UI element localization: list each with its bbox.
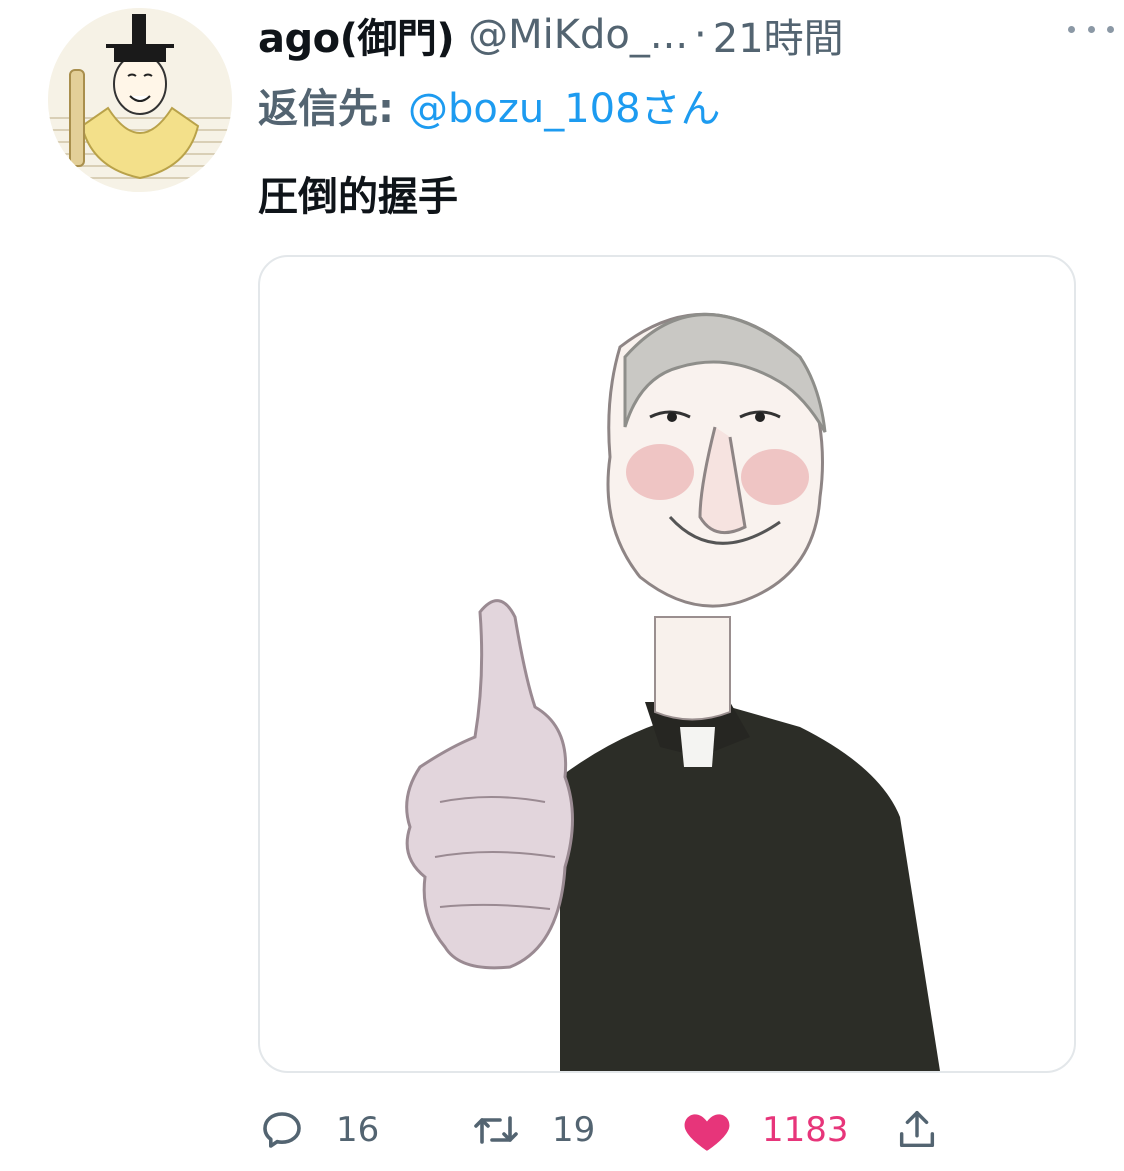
retweet-button[interactable]: 19	[470, 1104, 595, 1156]
tweet-text: 圧倒的握手	[258, 174, 458, 220]
share-icon	[899, 1111, 935, 1148]
more-options-icon[interactable]	[1068, 16, 1114, 42]
tweet-header: ago(御門) @MiKdo_... · 21時間	[258, 6, 1098, 64]
retweet-count: 19	[552, 1110, 596, 1150]
tweet-media-image[interactable]	[258, 255, 1076, 1073]
separator-dot: ·	[694, 12, 707, 58]
user-handle[interactable]: @MiKdo_...	[468, 12, 688, 58]
like-button[interactable]: 1183	[682, 1104, 849, 1156]
tweet-action-bar: 16 19 1183	[258, 1098, 958, 1162]
reply-label: 返信先:	[258, 86, 394, 132]
reply-to-handle[interactable]: @bozu_108さん	[408, 76, 721, 134]
display-name[interactable]: ago(御門)	[258, 6, 455, 64]
reply-count: 16	[336, 1110, 380, 1150]
avatar[interactable]	[48, 8, 232, 192]
like-count: 1183	[762, 1110, 849, 1150]
reply-context: 返信先: @bozu_108さん	[258, 76, 721, 134]
avatar-illustration	[48, 8, 232, 192]
share-button[interactable]	[894, 1104, 940, 1156]
reply-icon	[263, 1112, 301, 1148]
priest-thumbs-up-illustration	[405, 312, 940, 1071]
reply-button[interactable]: 16	[258, 1104, 379, 1156]
heart-icon	[684, 1114, 730, 1151]
tweet-timestamp[interactable]: 21時間	[713, 6, 844, 64]
retweet-icon	[474, 1116, 518, 1144]
